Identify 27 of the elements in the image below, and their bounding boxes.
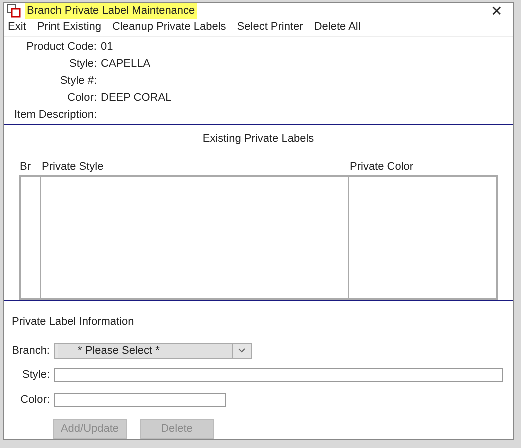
close-button[interactable]: ✕ (484, 3, 510, 19)
field-label: Color: (66, 91, 97, 106)
field-value: CAPELLA (101, 57, 151, 72)
menu-item[interactable]: Exit (8, 19, 26, 36)
menu-item[interactable]: Cleanup Private Labels (112, 19, 226, 36)
field-label: Style: (68, 57, 97, 72)
menu-item[interactable]: Delete All (314, 19, 361, 36)
field-label: Color: (20, 392, 50, 408)
section-title: Existing Private Labels (202, 132, 316, 147)
field-label: Item Description: (13, 108, 97, 124)
menu-item[interactable]: Print Existing (37, 19, 102, 36)
field-label: Product Code: (26, 40, 97, 56)
menu-item[interactable]: Select Printer (237, 19, 304, 36)
column-header: Private Color (350, 160, 415, 174)
input-field[interactable] (54, 392, 226, 407)
field-label: Branch: (12, 344, 50, 358)
chevron-icon (238, 348, 246, 354)
window-title: Branch Private Label Maintenance (25, 3, 198, 19)
field-label: Style #: (59, 74, 97, 90)
section-title: Private Label Information (12, 315, 136, 330)
input-field[interactable] (54, 368, 503, 382)
field-value: DEEP CORAL (101, 91, 172, 106)
branch-dropdown[interactable]: * Please Select * (54, 342, 252, 359)
column-header: Br (20, 160, 32, 174)
column-header: Private Style (42, 160, 105, 174)
field-label: Style: (21, 368, 50, 383)
field-value: 01 (101, 40, 114, 56)
